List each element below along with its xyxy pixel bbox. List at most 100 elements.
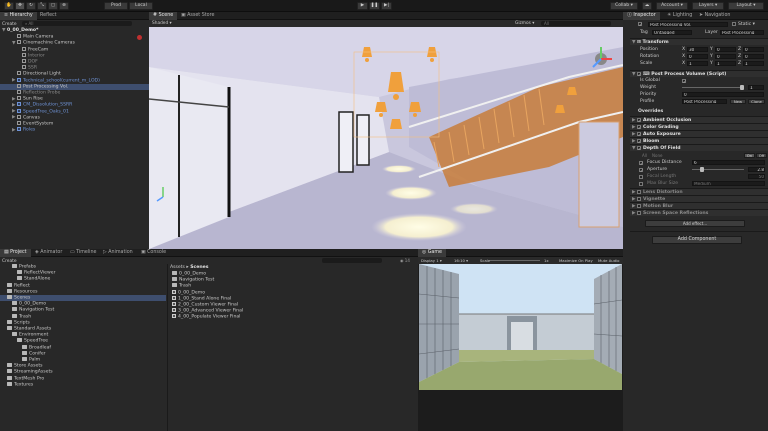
max-blur-checkbox[interactable] <box>639 181 643 186</box>
project-scene-item[interactable]: 4_00_Populate Viewer Final <box>172 314 412 320</box>
weight-field[interactable]: 1 <box>748 85 764 90</box>
transform-position-y-field[interactable]: 0 <box>715 47 736 52</box>
effect-enabled-checkbox[interactable] <box>637 196 641 201</box>
project-folder-row[interactable]: 0_00_Demo <box>0 301 166 307</box>
aperture-slider-handle[interactable] <box>700 167 704 172</box>
object-name-field[interactable]: Post Processing Vol. <box>648 22 728 27</box>
effect-enabled-checkbox[interactable] <box>637 189 641 194</box>
project-scene-item[interactable]: 0_00_Demo <box>172 289 412 296</box>
cloud-button[interactable]: ☁ <box>642 2 652 10</box>
project-folder-row[interactable]: Standard Assets <box>0 326 166 332</box>
effect-enabled-checkbox[interactable] <box>637 145 641 150</box>
hierarchy-row[interactable]: ▶ Roles <box>0 127 149 133</box>
effect-row-disabled[interactable]: ▶ Screen Space Reflections <box>630 209 768 216</box>
static-toggle[interactable]: Static ▾ <box>732 21 755 28</box>
project-folder-row[interactable]: Palm <box>0 357 166 363</box>
tab-hierarchy[interactable]: ≡ Hierarchy <box>0 12 37 20</box>
object-active-checkbox[interactable] <box>638 21 642 26</box>
aperture-slider-track[interactable] <box>692 167 744 172</box>
project-folder-row[interactable]: Environment <box>0 332 166 338</box>
display-dropdown[interactable]: Display 1 ▾ <box>421 257 442 264</box>
tab-console[interactable]: ▣ Console <box>137 249 170 257</box>
transform-scale-x-field[interactable]: 1 <box>687 61 708 66</box>
tag-dropdown[interactable]: Untagged <box>652 30 692 35</box>
hierarchy-row[interactable]: Post Processing Vol. <box>0 83 149 90</box>
add-effect-button[interactable]: Add effect... <box>645 220 745 227</box>
hierarchy-row[interactable]: Reflection Probe <box>0 90 149 96</box>
hierarchy-row[interactable]: ▶ Canvas <box>0 114 149 121</box>
transform-scale-z-field[interactable]: 1 <box>743 61 764 66</box>
project-folder-item[interactable]: 0_00_Demo <box>172 271 412 277</box>
project-folder-row[interactable]: Store Assets <box>0 363 166 369</box>
focal-length-field[interactable]: 50 <box>748 174 765 179</box>
project-folder-row[interactable]: StreamingAssets <box>0 369 166 375</box>
project-folder-row[interactable]: TextMesh Pro <box>0 375 166 382</box>
is-global-checkbox[interactable] <box>682 78 686 83</box>
hierarchy-row[interactable]: EventSystem <box>0 121 149 127</box>
scene-viewport[interactable] <box>149 27 623 249</box>
effect-row[interactable]: ▶Auto Exposure <box>630 130 768 137</box>
effect-enabled-checkbox[interactable] <box>637 117 641 122</box>
local-toggle[interactable]: Local <box>129 2 153 10</box>
effect-row[interactable]: ▶Ambient Occlusion <box>630 116 768 123</box>
tab-navigation[interactable]: ➤ Navigation <box>695 12 734 20</box>
transform-rotation-y-field[interactable]: 0 <box>715 54 736 59</box>
project-folder-row[interactable]: ReflectViewer <box>0 270 166 276</box>
maximize-on-play-toggle[interactable]: Maximize On Play <box>559 257 593 264</box>
project-folder-row[interactable]: Navigation Test <box>0 307 166 313</box>
effect-enabled-checkbox[interactable] <box>637 210 641 215</box>
aperture-field[interactable]: 2.8 <box>748 167 765 172</box>
weight-slider-handle[interactable] <box>740 85 744 90</box>
tab-game[interactable]: ◎ Game <box>418 249 446 257</box>
tab-project[interactable]: ▤ Project <box>0 249 31 257</box>
effect-row-disabled[interactable]: ▶ Vignette <box>630 195 768 202</box>
effect-enabled-checkbox[interactable] <box>637 124 641 129</box>
effect-row[interactable]: ▼Depth Of Field <box>630 144 768 151</box>
layer-dropdown[interactable]: Post Processing <box>720 30 764 35</box>
hierarchy-row[interactable]: ▶ CM_Dissolution_SSRR <box>0 102 149 108</box>
focus-distance-checkbox[interactable] <box>639 160 643 165</box>
add-component-button[interactable]: Add Component <box>652 236 742 244</box>
project-folder-row[interactable]: Prefabs <box>0 264 166 270</box>
tab-scene[interactable]: # Scene <box>149 12 178 20</box>
project-search-input[interactable] <box>322 258 382 263</box>
tab-reflect[interactable]: Reflect <box>36 12 61 20</box>
priority-field[interactable]: 0 <box>682 92 764 97</box>
profile-field[interactable]: Post Processing <box>682 99 727 104</box>
step-button[interactable]: ▶| <box>381 2 392 10</box>
scale-slider[interactable] <box>490 260 540 261</box>
account-dropdown[interactable]: Account ▾ <box>656 2 688 10</box>
project-folder-row[interactable]: Scripts <box>0 319 166 326</box>
transform-position-x-field[interactable]: 30 <box>687 47 708 52</box>
shading-mode-dropdown[interactable]: Shaded ▾ <box>152 21 172 26</box>
project-folder-row[interactable]: Reflect <box>0 282 166 289</box>
hierarchy-row[interactable]: ▼ Cinemachine Cameras <box>0 40 149 46</box>
hierarchy-row[interactable]: Interior <box>0 52 149 59</box>
dof-none-link[interactable]: None <box>652 152 662 159</box>
focus-distance-field[interactable]: 6 <box>692 160 765 165</box>
project-scene-item[interactable]: 1_00_Stand Alone Final <box>172 295 412 302</box>
hierarchy-row[interactable]: DOF <box>0 59 149 65</box>
project-folder-row[interactable]: Conifer <box>0 350 166 357</box>
hierarchy-row[interactable]: ▼0_00_Demo* <box>0 28 149 34</box>
aperture-checkbox[interactable] <box>639 167 643 172</box>
breadcrumb-assets[interactable]: Assets <box>170 265 185 270</box>
hand-tool-button[interactable]: ✋ <box>4 2 14 10</box>
effect-enabled-checkbox[interactable] <box>637 138 641 143</box>
hierarchy-row[interactable]: Main Camera <box>0 34 149 40</box>
project-scene-item[interactable]: 2_00_Custom Viewer Final <box>172 302 412 308</box>
rotate-tool-button[interactable]: ↻ <box>26 2 36 10</box>
focal-length-checkbox[interactable] <box>639 174 643 179</box>
ppv-enabled-checkbox[interactable] <box>637 71 641 76</box>
dof-on-button[interactable]: On <box>744 153 755 158</box>
tab-timeline[interactable]: ▭ Timeline <box>66 249 100 257</box>
transform-tool-button[interactable]: ⊕ <box>59 2 69 10</box>
gizmos-dropdown[interactable]: Gizmos ▾ <box>515 21 534 26</box>
hierarchy-create-button[interactable]: Create <box>2 22 17 27</box>
hierarchy-row[interactable]: SSR <box>0 65 149 71</box>
hierarchy-row[interactable]: ▶ Sun Rise <box>0 96 149 102</box>
project-folder-row[interactable]: SpeedTree <box>0 338 166 344</box>
aspect-dropdown[interactable]: 16:10 ▾ <box>454 257 468 264</box>
transform-rotation-z-field[interactable]: 0 <box>743 54 764 59</box>
project-folder-row[interactable]: Scenes <box>0 295 166 301</box>
